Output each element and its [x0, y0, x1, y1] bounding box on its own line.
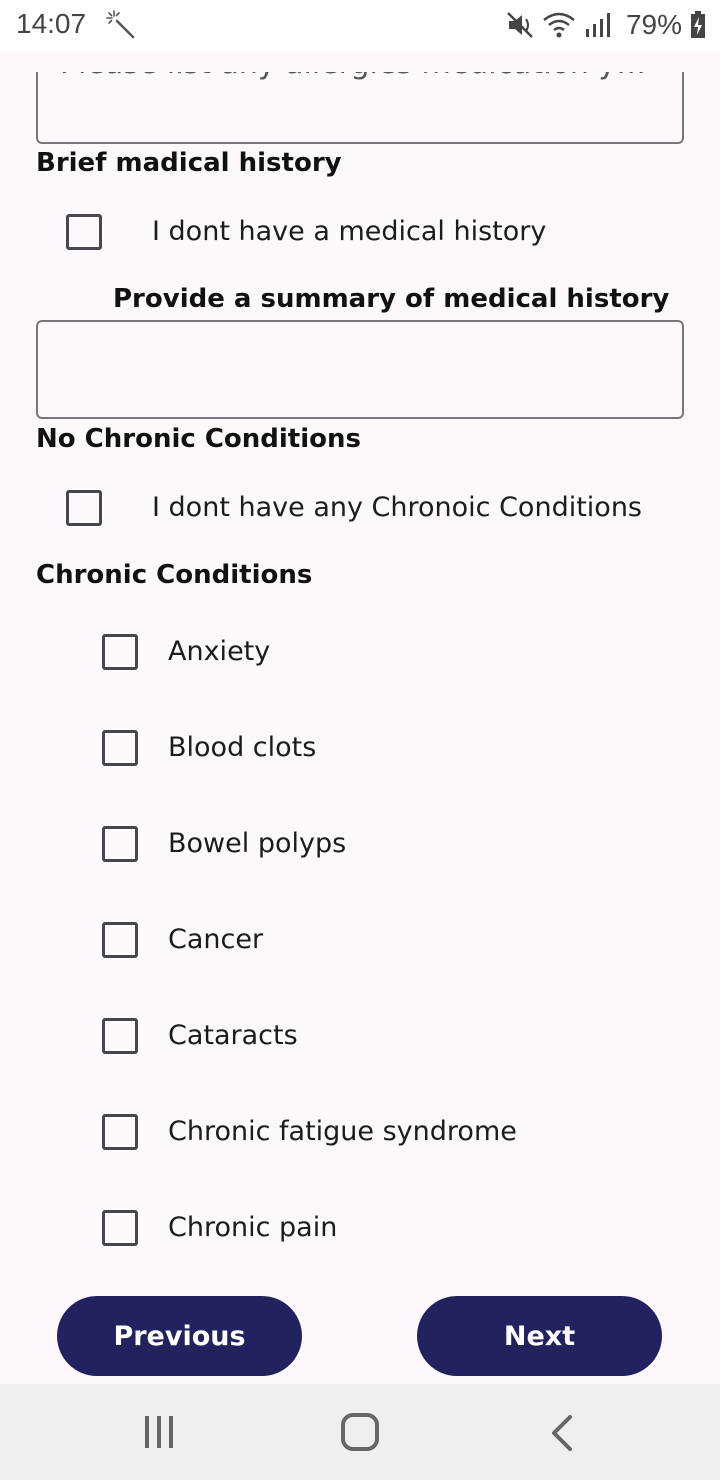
checkbox-chronic-fatigue[interactable] — [102, 1114, 138, 1150]
checkbox-bowel-polyps[interactable] — [102, 826, 138, 862]
status-time: 14:07 — [16, 8, 87, 39]
allergies-input-text: Please list any allergies medication y… — [60, 72, 646, 81]
back-icon[interactable] — [548, 1414, 576, 1452]
option-label-blood-clots[interactable]: Blood clots — [168, 732, 316, 763]
system-navigation-bar — [0, 1384, 720, 1480]
option-label-cancer[interactable]: Cancer — [168, 924, 263, 955]
form-scroll-area[interactable]: Please list any allergies medication y… … — [0, 52, 720, 1384]
option-label-bowel-polyps[interactable]: Bowel polyps — [168, 828, 346, 859]
checkbox-anxiety[interactable] — [102, 634, 138, 670]
mute-icon — [507, 12, 533, 38]
next-button[interactable]: Next — [417, 1296, 662, 1376]
status-icons: 79% — [506, 8, 706, 42]
checkbox-chronic-pain[interactable] — [102, 1210, 138, 1246]
previous-button[interactable]: Previous — [57, 1296, 302, 1376]
battery-percentage: 79% — [625, 9, 682, 40]
no-chronic-conditions-checkbox[interactable] — [66, 490, 102, 526]
no-chronic-conditions-heading: No Chronic Conditions — [36, 424, 361, 454]
option-label-cataracts[interactable]: Cataracts — [168, 1020, 298, 1051]
medical-history-heading: Brief madical history — [36, 148, 342, 178]
signal-icon — [585, 13, 610, 37]
checkbox-cancer[interactable] — [102, 922, 138, 958]
battery-charging-icon — [691, 11, 705, 38]
option-label-chronic-pain[interactable]: Chronic pain — [168, 1212, 337, 1243]
summary-heading: Provide a summary of medical history — [113, 284, 670, 314]
medical-history-summary-input[interactable] — [36, 320, 684, 419]
magic-wand-icon — [106, 10, 135, 39]
no-chronic-conditions-label[interactable]: I dont have any Chronoic Conditions — [152, 492, 642, 523]
checkbox-cataracts[interactable] — [102, 1018, 138, 1054]
option-label-chronic-fatigue[interactable]: Chronic fatigue syndrome — [168, 1116, 517, 1147]
home-icon[interactable] — [340, 1412, 380, 1452]
checkbox-blood-clots[interactable] — [102, 730, 138, 766]
chronic-conditions-heading: Chronic Conditions — [36, 560, 313, 590]
option-label-anxiety[interactable]: Anxiety — [168, 636, 270, 667]
no-medical-history-checkbox[interactable] — [66, 214, 102, 250]
no-medical-history-label[interactable]: I dont have a medical history — [152, 216, 546, 247]
recent-apps-icon[interactable] — [142, 1414, 176, 1450]
wifi-icon — [543, 12, 575, 38]
allergies-input[interactable]: Please list any allergies medication y… — [36, 72, 684, 144]
status-bar: 14:07 79% — [0, 0, 720, 52]
